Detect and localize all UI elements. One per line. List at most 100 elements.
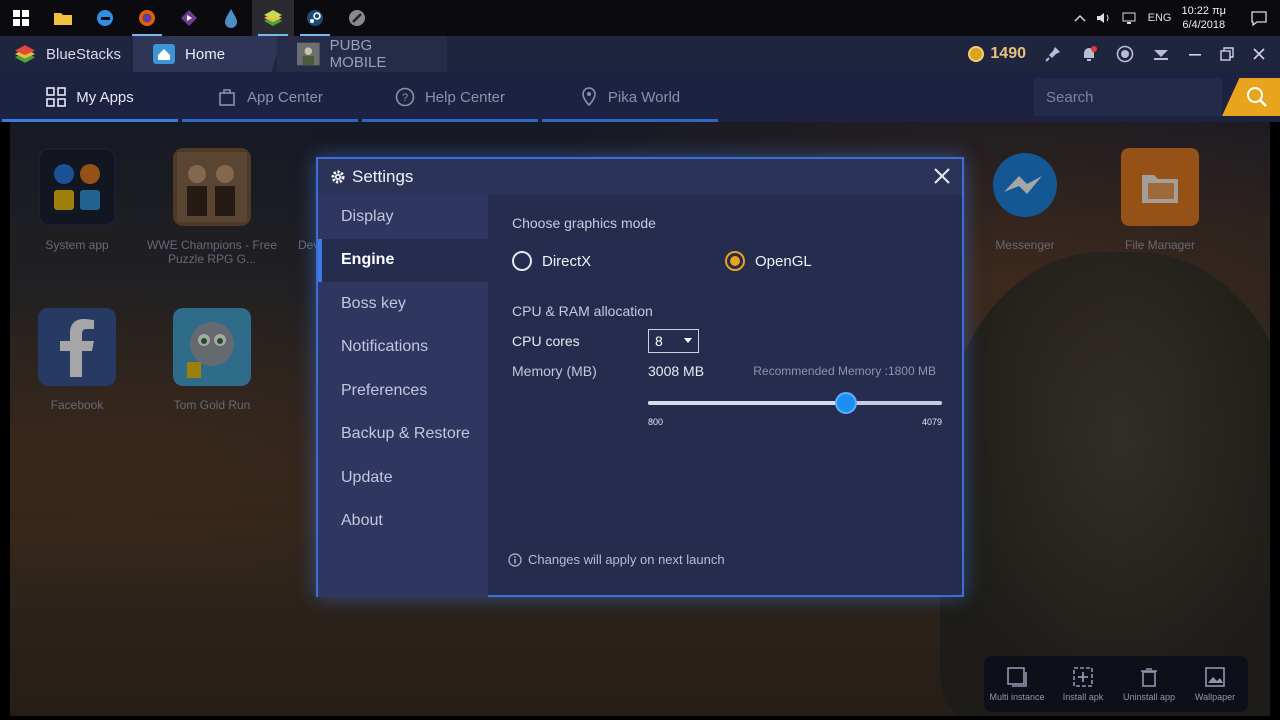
settings-header: Settings bbox=[318, 159, 962, 195]
settings-menu-engine[interactable]: Engine bbox=[318, 238, 488, 282]
bluestacks-titlebar: BlueStacks Home PUBG MOBILE 1490 bbox=[0, 36, 1280, 72]
slider-max: 4079 bbox=[921, 417, 942, 427]
nav-app-center-label: App Center bbox=[247, 88, 323, 106]
taskbar-media[interactable] bbox=[168, 0, 210, 36]
settings-menu-notifications[interactable]: Notifications bbox=[318, 326, 488, 370]
clock-date: 6/4/2018 bbox=[1182, 19, 1226, 31]
settings-menu-update[interactable]: Update bbox=[318, 456, 488, 500]
allocation-title: CPU & RAM allocation bbox=[512, 303, 653, 319]
dock-label: Uninstall app bbox=[1122, 692, 1176, 702]
radio-opengl-dot bbox=[725, 251, 745, 271]
volume-icon[interactable] bbox=[1096, 11, 1112, 25]
nav-help-center[interactable]: ? Help Center bbox=[360, 72, 540, 122]
folder-icon bbox=[54, 13, 72, 25]
radio-opengl-label: OpenGL bbox=[755, 252, 812, 270]
edge-icon bbox=[97, 10, 113, 26]
dock-label: Multi instance bbox=[989, 692, 1045, 702]
coin-balance[interactable]: 1490 bbox=[968, 45, 1026, 63]
apply-note-text: Changes will apply on next launch bbox=[528, 552, 725, 567]
search-bar: Search bbox=[1034, 78, 1280, 116]
start-button[interactable] bbox=[0, 0, 42, 36]
account-icon[interactable] bbox=[1116, 45, 1134, 63]
search-input[interactable]: Search bbox=[1034, 78, 1222, 116]
pubg-thumbnail-icon bbox=[297, 42, 320, 66]
tab-home-label: Home bbox=[185, 45, 226, 63]
firefox-icon bbox=[139, 10, 155, 26]
media-icon bbox=[181, 10, 197, 26]
radio-opengl[interactable]: OpenGL bbox=[725, 251, 938, 271]
taskbar-steam[interactable] bbox=[294, 0, 336, 36]
settings-menu-backup-restore[interactable]: Backup & Restore bbox=[318, 413, 488, 457]
home-icon bbox=[153, 44, 176, 64]
graphics-mode-options: DirectX OpenGL bbox=[512, 249, 938, 273]
taskbar-bluestacks[interactable] bbox=[252, 0, 294, 36]
memory-row: Memory (MB) 3008 MB Recommended Memory :… bbox=[512, 361, 938, 381]
search-button[interactable] bbox=[1222, 78, 1280, 116]
settings-menu-display[interactable]: Display bbox=[318, 195, 488, 239]
wallpaper-icon bbox=[1205, 667, 1225, 687]
tab-pubg-mobile[interactable]: PUBG MOBILE bbox=[277, 36, 448, 72]
chevron-up-icon[interactable] bbox=[1074, 14, 1086, 22]
taskbar-firefox[interactable] bbox=[126, 0, 168, 36]
settings-menu-boss-key[interactable]: Boss key bbox=[318, 282, 488, 326]
language-indicator[interactable]: ENG bbox=[1148, 12, 1172, 24]
steam-icon bbox=[307, 10, 323, 26]
nav-my-apps[interactable]: My Apps bbox=[0, 72, 180, 122]
nav-pika-world[interactable]: Pika World bbox=[540, 72, 720, 122]
minimize-icon[interactable] bbox=[1188, 47, 1202, 61]
grid-icon bbox=[46, 87, 67, 107]
notifications-icon[interactable] bbox=[1250, 10, 1268, 26]
dock-install-apk[interactable]: Install apk bbox=[1052, 666, 1114, 702]
titlebar-controls: 1490 bbox=[968, 36, 1280, 72]
bag-icon bbox=[219, 89, 235, 106]
slider-min: 800 bbox=[648, 417, 664, 427]
dock-label: Install apk bbox=[1062, 692, 1104, 702]
bluestacks-icon bbox=[264, 10, 282, 26]
apply-note: Changes will apply on next launch bbox=[508, 552, 725, 567]
restore-icon[interactable] bbox=[1220, 47, 1234, 61]
settings-menu-preferences[interactable]: Preferences bbox=[318, 369, 488, 413]
tab-pubg-label: PUBG MOBILE bbox=[329, 37, 387, 71]
help-icon: ? bbox=[395, 87, 415, 107]
settings-dialog: Settings Display Engine Boss key Notific… bbox=[316, 157, 964, 597]
engine-settings-panel: Choose graphics mode DirectX OpenGL CPU … bbox=[488, 195, 962, 595]
clock[interactable]: 10:22 πμ 6/4/2018 bbox=[1181, 4, 1226, 32]
bluestacks-nav: My Apps App Center ? Help Center Pika Wo… bbox=[0, 72, 1280, 122]
pin-icon bbox=[582, 87, 596, 107]
nav-pika-world-label: Pika World bbox=[607, 88, 681, 106]
slider-thumb[interactable] bbox=[834, 392, 857, 414]
cpu-cores-value: 8 bbox=[655, 333, 663, 349]
menu-dropdown-icon[interactable] bbox=[1152, 47, 1170, 61]
brand-label: BlueStacks bbox=[46, 45, 122, 63]
settings-sidebar: Display Engine Boss key Notifications Pr… bbox=[318, 195, 488, 597]
bottom-dock: Multi instance Install apk Uninstall app… bbox=[984, 656, 1248, 712]
memory-slider[interactable] bbox=[648, 392, 942, 414]
slider-range: 800 4079 bbox=[648, 417, 942, 427]
taskbar-paint-app[interactable] bbox=[336, 0, 378, 36]
pin-tool-icon[interactable] bbox=[1044, 45, 1062, 63]
dock-label: Wallpaper bbox=[1194, 692, 1236, 702]
close-icon[interactable] bbox=[932, 166, 952, 186]
cpu-cores-select[interactable]: 8 bbox=[648, 329, 699, 353]
taskbar-drop-app[interactable] bbox=[210, 0, 252, 36]
tab-home[interactable]: Home bbox=[133, 36, 284, 72]
svg-text:?: ? bbox=[402, 92, 408, 104]
settings-menu-about[interactable]: About bbox=[318, 500, 488, 544]
bell-icon[interactable] bbox=[1080, 45, 1098, 63]
nav-my-apps-label: My Apps bbox=[76, 88, 134, 106]
dock-multi-instance[interactable]: Multi instance bbox=[986, 666, 1048, 702]
close-window-icon[interactable] bbox=[1252, 47, 1266, 61]
settings-title: Settings bbox=[352, 167, 414, 186]
nav-help-center-label: Help Center bbox=[424, 88, 506, 106]
taskbar-file-explorer[interactable] bbox=[42, 0, 84, 36]
coin-count: 1490 bbox=[990, 45, 1026, 62]
radio-directx[interactable]: DirectX bbox=[512, 251, 725, 271]
dock-uninstall-app[interactable]: Uninstall app bbox=[1118, 666, 1180, 702]
brush-icon bbox=[349, 10, 365, 26]
dock-wallpaper[interactable]: Wallpaper bbox=[1184, 666, 1246, 702]
windows-taskbar: ENG 10:22 πμ 6/4/2018 bbox=[0, 0, 1280, 36]
cpu-cores-label: CPU cores bbox=[512, 333, 580, 349]
taskbar-edge[interactable] bbox=[84, 0, 126, 36]
network-icon[interactable] bbox=[1122, 11, 1138, 25]
nav-app-center[interactable]: App Center bbox=[180, 72, 360, 122]
